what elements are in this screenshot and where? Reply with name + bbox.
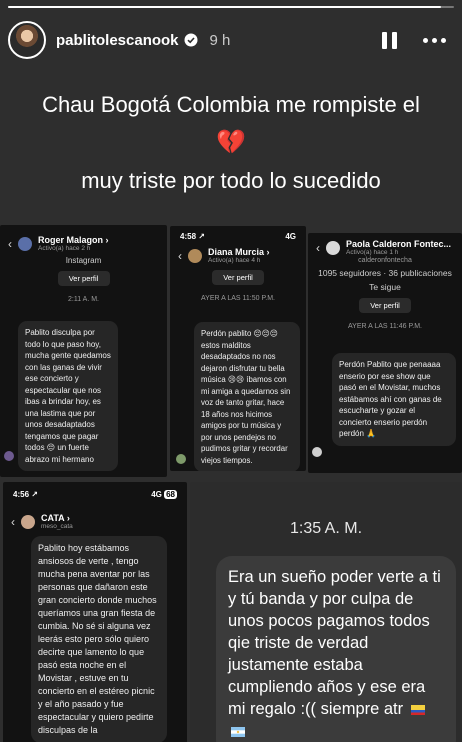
view-profile-button: Ver perfil bbox=[212, 270, 264, 285]
chat-header: ‹ Diana Murcia › Activo(a) hace 4 h bbox=[170, 241, 306, 264]
contact-status: Activo(a) hace 1 h bbox=[346, 249, 399, 256]
contact-name: Roger Malagon › bbox=[38, 235, 109, 245]
dm-screenshot-paola: ‹ Paola Calderon Fontec... Activo(a) hac… bbox=[308, 233, 462, 473]
broken-heart-icon: 💔 bbox=[216, 129, 246, 156]
story-progress-fill bbox=[8, 6, 441, 8]
message-text: Era un sueño poder verte a ti y tú banda… bbox=[228, 568, 441, 718]
message-bubble: Pablito disculpa por todo lo que paso ho… bbox=[18, 321, 118, 471]
status-bar: 4:56 ↗ 4G 68 bbox=[3, 482, 187, 499]
story-caption: Chau Bogotá Colombia me rompiste el 💔 mu… bbox=[0, 86, 462, 200]
battery-level: 68 bbox=[164, 490, 177, 499]
message-bubble: Era un sueño poder verte a ti y tú banda… bbox=[216, 556, 456, 742]
story-header: pablitolescanook 9 h bbox=[8, 16, 454, 64]
back-arrow-icon: ‹ bbox=[8, 236, 12, 251]
avatar bbox=[326, 240, 340, 255]
message-timestamp: AYER A LAS 11:46 P.M. bbox=[348, 323, 422, 330]
contact-handle: calderonfontecha bbox=[358, 257, 412, 264]
message-timestamp: 2:11 A. M. bbox=[68, 296, 99, 303]
profile-stats: 1095 seguidores · 36 publicaciones bbox=[318, 268, 452, 278]
dm-screenshot-diana: 4:58 ↗ 4G ‹ Diana Murcia › Activo(a) hac… bbox=[170, 226, 306, 471]
clock: 4:56 ↗ bbox=[13, 490, 38, 499]
back-arrow-icon: ‹ bbox=[11, 514, 15, 529]
pause-icon[interactable] bbox=[382, 31, 397, 49]
chat-header: ‹ CATA › meso_cata bbox=[3, 499, 187, 530]
status-bar: 4:58 ↗ 4G bbox=[170, 226, 306, 241]
contact-status: meso_cata bbox=[41, 523, 73, 530]
contact-status: Activo(a) hace 2 h bbox=[38, 245, 91, 252]
message-bubble: Perdón pablito 😔😔😔 estos malditos desada… bbox=[194, 322, 300, 471]
contact-name: Diana Murcia › bbox=[208, 247, 270, 257]
avatar bbox=[188, 248, 202, 263]
follows-you-label: Te sigue bbox=[369, 282, 401, 292]
message-timestamp: AYER A LAS 11:50 P.M. bbox=[201, 295, 275, 302]
avatar bbox=[18, 236, 32, 251]
sender-avatar bbox=[176, 454, 186, 464]
username[interactable]: pablitolescanook bbox=[56, 32, 179, 49]
signal-label: 4G bbox=[285, 232, 296, 241]
dm-screenshot-cata: 4:56 ↗ 4G 68 ‹ CATA › meso_cata Pablito … bbox=[3, 482, 187, 742]
back-arrow-icon: ‹ bbox=[178, 248, 182, 263]
contact-status: Activo(a) hace 4 h bbox=[208, 257, 261, 264]
argentina-flag-icon bbox=[231, 726, 245, 737]
avatar bbox=[21, 514, 35, 529]
view-profile-button: Ver perfil bbox=[359, 298, 411, 313]
caption-line-1: Chau Bogotá Colombia me rompiste el bbox=[42, 92, 420, 117]
sender-avatar bbox=[312, 447, 322, 457]
sender-avatar bbox=[4, 451, 14, 461]
platform-label: Instagram bbox=[65, 256, 102, 265]
view-profile-button: Ver perfil bbox=[57, 271, 110, 286]
avatar[interactable] bbox=[8, 21, 46, 59]
more-options-icon[interactable] bbox=[423, 37, 446, 43]
dm-screenshot-roger: ‹ Roger Malagon › Activo(a) hace 2 h Ins… bbox=[0, 225, 167, 477]
clock: 4:58 ↗ bbox=[180, 232, 205, 241]
message-bubble: Pablito hoy estábamos ansiosos de verte … bbox=[31, 536, 167, 742]
caption-line-2: muy triste por todo lo sucedido bbox=[81, 168, 381, 193]
message-bubble: Perdón Pablito que penaaaa enserio por e… bbox=[332, 353, 456, 446]
post-time: 9 h bbox=[209, 31, 231, 49]
signal-label: 4G 68 bbox=[151, 490, 177, 499]
contact-name: Paola Calderon Fontec... bbox=[346, 239, 452, 249]
back-arrow-icon: ‹ bbox=[316, 240, 320, 255]
chat-header: ‹ Roger Malagon › Activo(a) hace 2 h bbox=[0, 225, 167, 252]
story-progress-bar bbox=[8, 6, 454, 8]
verified-badge-icon bbox=[184, 33, 198, 47]
message-timestamp: 1:35 A. M. bbox=[289, 520, 363, 537]
dm-screenshot-large: 1:35 A. M. Era un sueño poder verte a ti… bbox=[190, 482, 462, 742]
chat-header: ‹ Paola Calderon Fontec... Activo(a) hac… bbox=[308, 233, 462, 256]
contact-name: CATA › bbox=[41, 513, 70, 523]
colombia-flag-icon bbox=[410, 704, 425, 715]
